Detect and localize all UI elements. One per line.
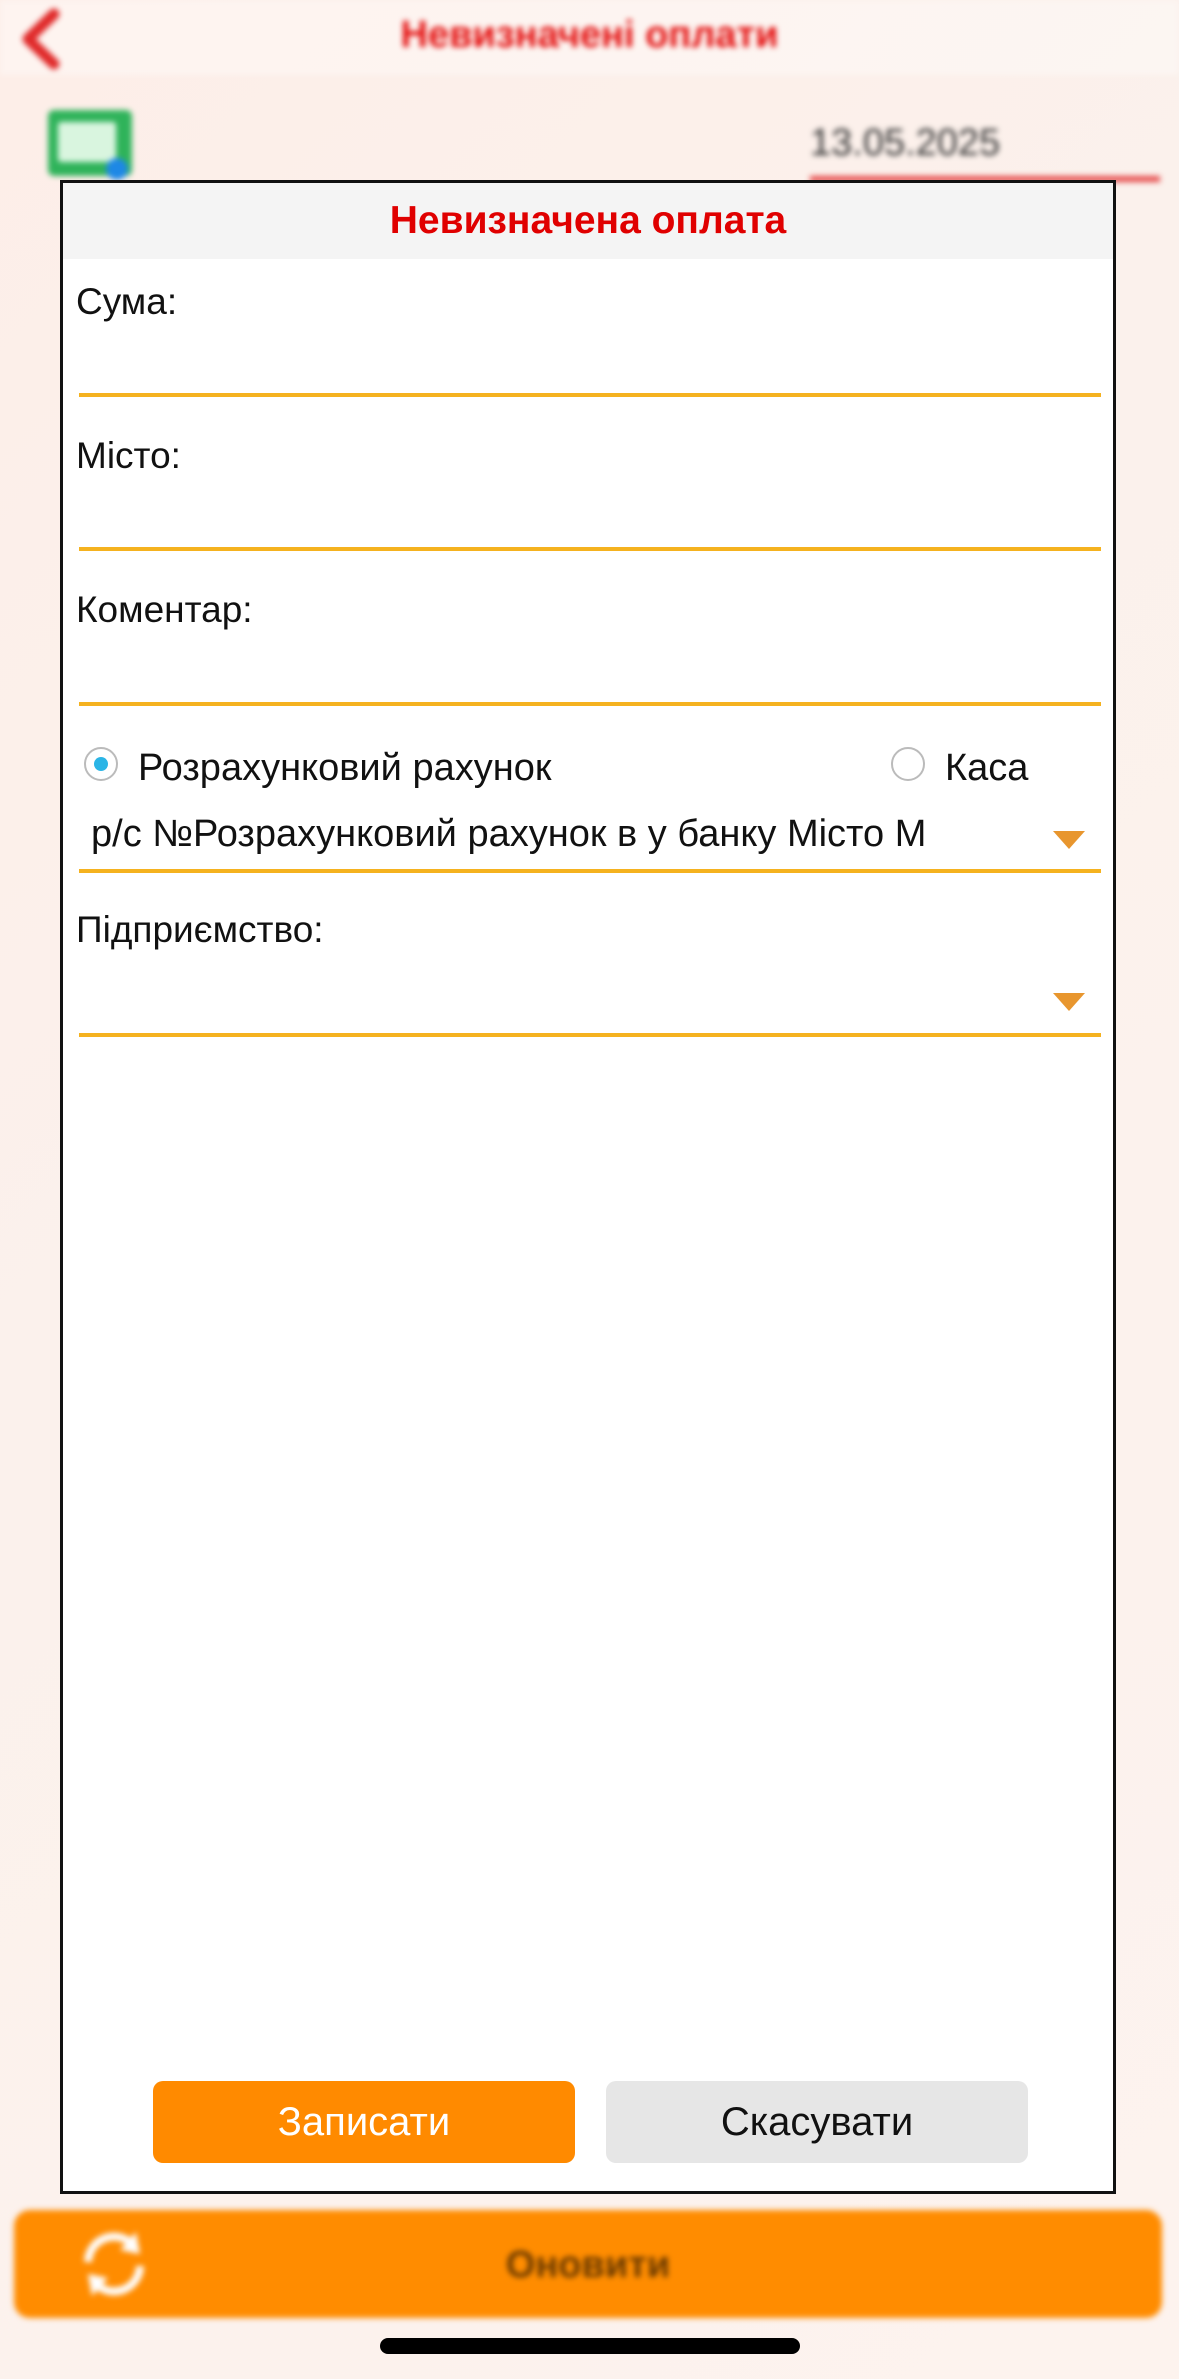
account-underline xyxy=(79,869,1101,873)
radio-cash[interactable] xyxy=(891,747,925,781)
excel-export-icon[interactable] xyxy=(48,110,132,180)
sum-underline xyxy=(79,393,1101,397)
radio-bank-account-label[interactable]: Розрахунковий рахунок xyxy=(138,747,551,790)
account-select-value: р/с №Розрахунковий рахунок в у банку Міс… xyxy=(91,813,927,855)
page-title: Невизначені оплати xyxy=(400,14,779,56)
radio-cash-label[interactable]: Каса xyxy=(945,747,1028,790)
save-button[interactable]: Записати xyxy=(153,2081,575,2163)
dialog-title: Невизначена оплата xyxy=(63,183,1113,259)
sum-label: Сума: xyxy=(76,281,178,322)
dropdown-arrow-icon xyxy=(1053,831,1085,849)
enterprise-label: Підприємство: xyxy=(76,909,324,950)
comment-underline xyxy=(79,702,1101,706)
city-label: Місто: xyxy=(76,435,181,476)
city-input[interactable] xyxy=(79,489,1105,547)
dropdown-arrow-icon xyxy=(1053,993,1085,1011)
refresh-button[interactable]: Оновити xyxy=(14,2210,1162,2318)
sum-input[interactable] xyxy=(79,335,1105,393)
comment-input[interactable] xyxy=(79,643,1105,701)
cancel-button[interactable]: Скасувати xyxy=(606,2081,1028,2163)
radio-bank-account[interactable] xyxy=(84,747,118,781)
enterprise-underline xyxy=(79,1033,1101,1037)
refresh-label: Оновити xyxy=(505,2244,671,2286)
home-indicator xyxy=(380,2338,800,2354)
unassigned-payment-dialog: Невизначена оплата Сума: Місто: Коментар… xyxy=(60,180,1116,2194)
date-field[interactable]: 13.05.2025 xyxy=(810,122,1160,182)
city-underline xyxy=(79,547,1101,551)
comment-label: Коментар: xyxy=(76,589,253,630)
